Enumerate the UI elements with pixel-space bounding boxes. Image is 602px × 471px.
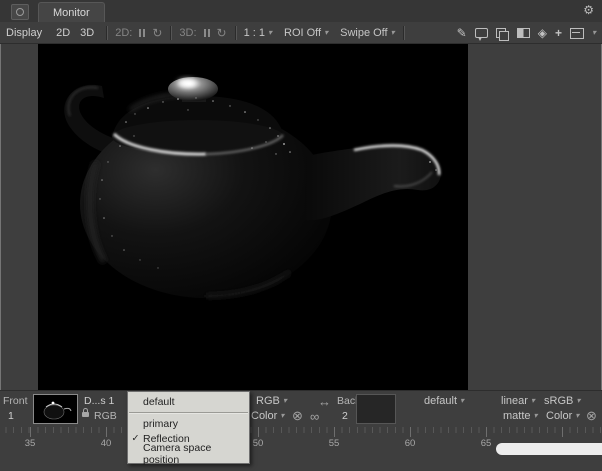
- lock-icon[interactable]: [82, 412, 89, 417]
- zoom-select[interactable]: 1 : 1▾: [244, 27, 272, 39]
- front-display-select[interactable]: Color▾: [251, 410, 284, 422]
- swap-buffers-icon[interactable]: ↔: [318, 395, 331, 408]
- chevron-down-icon: ▾: [534, 412, 538, 420]
- check-icon: ✓: [128, 433, 143, 444]
- viewport[interactable]: [38, 44, 468, 390]
- front-channel-label: RGB: [94, 410, 117, 422]
- back-layer-select[interactable]: default▾: [424, 395, 464, 407]
- roi-select[interactable]: ROI Off▾: [284, 27, 328, 39]
- timeline-label: 40: [101, 438, 112, 449]
- catalog-icon[interactable]: [570, 28, 584, 39]
- menu-item-label: default: [143, 396, 175, 408]
- chevron-down-icon: ▾: [391, 29, 395, 37]
- toolbar-right-icons: ✎ ◈ + ▾: [457, 22, 596, 44]
- timeline-label: 65: [481, 438, 492, 449]
- swipe-select[interactable]: Swipe Off▾: [340, 27, 395, 39]
- mode-3d-button[interactable]: 3D: [80, 27, 94, 39]
- pencil-icon[interactable]: ✎: [457, 27, 467, 39]
- pause-3d-icon[interactable]: [204, 29, 210, 37]
- refresh-2d-icon[interactable]: ↻: [152, 27, 162, 39]
- annotation-icon[interactable]: [475, 28, 488, 38]
- group-3d-label: 3D:: [179, 27, 196, 39]
- toolbar-separator: [170, 26, 171, 40]
- timeline-scrollbar[interactable]: [496, 443, 602, 455]
- view-transform-select[interactable]: sRGB▾: [544, 395, 580, 407]
- colorspace-select[interactable]: linear▾: [501, 395, 535, 407]
- chevron-down-icon: ▾: [576, 397, 580, 405]
- timeline-label: 50: [253, 438, 264, 449]
- menu-item-primary[interactable]: primary: [128, 416, 249, 431]
- chevron-down-icon: ▾: [280, 412, 284, 420]
- timeline-label: 55: [329, 438, 340, 449]
- menu-item-default[interactable]: default: [128, 394, 249, 409]
- timeline-major-ticks: [0, 427, 602, 437]
- duplicate-icon[interactable]: [496, 28, 506, 38]
- chevron-down-icon: ▾: [268, 29, 272, 37]
- front-thumbnail[interactable]: [33, 394, 78, 424]
- crosshair-icon[interactable]: +: [555, 26, 562, 40]
- monitor-panel: Monitor ⚙ Display 2D 3D 2D: ↻ 3D: ↻ 1 : …: [0, 0, 602, 471]
- front-buffer-number: 1: [8, 410, 14, 422]
- chevron-down-icon: ▾: [460, 397, 464, 405]
- front-layer-select[interactable]: D...s 1: [84, 395, 114, 407]
- swipe-compare-icon[interactable]: [517, 28, 530, 38]
- chevron-down-icon: ▾: [575, 412, 579, 420]
- menu-item-label: primary: [143, 418, 178, 430]
- toolbar: Display 2D 3D 2D: ↻ 3D: ↻ 1 : 1▾ ROI Off…: [0, 22, 602, 44]
- panel-menu-icon[interactable]: [11, 4, 29, 20]
- back-buffer-number: 2: [342, 410, 348, 422]
- clear-back-buffer-icon[interactable]: ⊗: [586, 409, 597, 422]
- tab-monitor[interactable]: Monitor: [38, 2, 105, 23]
- menu-item-camera-space-position[interactable]: Camera space position: [128, 446, 249, 461]
- panel-menu-dot-icon: [16, 8, 24, 16]
- back-display-select[interactable]: Color▾: [546, 410, 579, 422]
- timeline-label: 60: [405, 438, 416, 449]
- diamond-icon[interactable]: ◈: [538, 27, 547, 39]
- front-thumbnail-image: [34, 395, 77, 423]
- chevron-down-icon: ▾: [531, 397, 535, 405]
- matte-select[interactable]: matte▾: [503, 410, 538, 422]
- gear-icon[interactable]: ⚙: [583, 3, 594, 17]
- display-menu[interactable]: Display: [6, 27, 42, 39]
- pause-2d-icon[interactable]: [139, 29, 145, 37]
- group-2d-label: 2D:: [115, 27, 132, 39]
- toolbar-separator: [235, 26, 236, 40]
- toolbar-separator: [106, 26, 107, 40]
- link-buffers-icon[interactable]: ∞: [310, 410, 319, 423]
- front-buffer-label: Front: [3, 395, 28, 407]
- tab-monitor-label: Monitor: [53, 7, 90, 19]
- footer-bar: Front 1 D...s 1 RGB RGB▾ Color▾ ⊗ ∞ ↔ Ba…: [0, 390, 602, 426]
- chevron-down-icon[interactable]: ▾: [592, 29, 596, 37]
- layer-context-menu: default primary ✓ Reflection Camera spac…: [127, 391, 250, 464]
- teapot-render: [38, 44, 468, 390]
- menu-separator: [129, 412, 248, 413]
- menu-item-label: Camera space position: [143, 442, 249, 466]
- timeline[interactable]: 35 40 45 50 55 60 65: [0, 425, 602, 471]
- chevron-down-icon: ▾: [324, 29, 328, 37]
- timeline-label: 35: [25, 438, 36, 449]
- back-thumbnail[interactable]: [356, 394, 396, 424]
- chevron-down-icon: ▾: [283, 397, 287, 405]
- clear-front-buffer-icon[interactable]: ⊗: [292, 409, 303, 422]
- titlebar: Monitor ⚙: [0, 0, 602, 23]
- front-channel-select[interactable]: RGB▾: [256, 395, 287, 407]
- refresh-3d-icon[interactable]: ↻: [217, 27, 227, 39]
- mode-2d-button[interactable]: 2D: [56, 27, 70, 39]
- toolbar-separator: [403, 26, 404, 40]
